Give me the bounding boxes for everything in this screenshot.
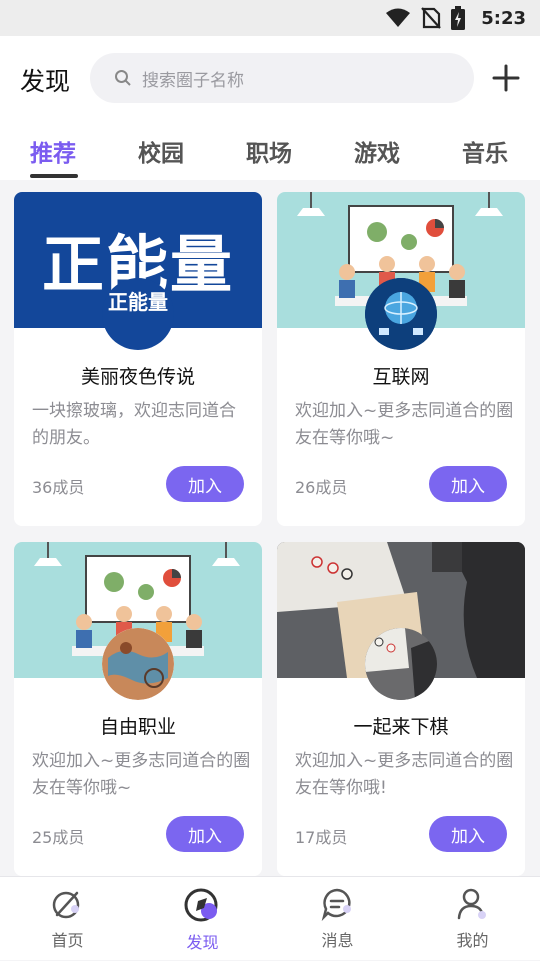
circle-description: 欢迎加入~更多志同道合的圈友在等你哦! xyxy=(295,751,514,798)
status-time: 5:23 xyxy=(481,7,526,29)
vintage-map-icon xyxy=(102,628,174,700)
page-title: 发现 xyxy=(20,67,71,96)
join-button[interactable]: 加入 xyxy=(429,816,507,852)
circle-description: 欢迎加入~更多志同道合的圈友在等你哦~ xyxy=(32,751,251,798)
circle-card[interactable]: 互联网 欢迎加入~更多志同道合的圈友在等你哦~ 26成员 加入 xyxy=(277,192,525,526)
category-tabs: 推荐 校园 职场 游戏 音乐 xyxy=(0,122,540,180)
bottom-nav: 首页 发现 消息 我的 xyxy=(0,876,540,960)
circle-card[interactable]: 正能量 正能量 美丽夜色传说 一块擦玻璃，欢迎志同道合的朋友。 36成员 加入 xyxy=(14,192,262,526)
nav-profile[interactable]: 我的 xyxy=(405,877,540,961)
join-button[interactable]: 加入 xyxy=(166,466,244,502)
nav-profile-label: 我的 xyxy=(456,931,489,950)
user-icon xyxy=(457,888,486,920)
member-count: 25成员 xyxy=(32,828,85,847)
tab-games[interactable]: 游戏 xyxy=(354,134,400,168)
avatar xyxy=(365,278,437,350)
tab-workplace[interactable]: 职场 xyxy=(246,134,292,168)
message-icon xyxy=(321,888,351,921)
member-count: 36成员 xyxy=(32,478,85,497)
avatar: 正能量 xyxy=(102,278,174,350)
active-tab-indicator xyxy=(30,174,78,178)
join-button[interactable]: 加入 xyxy=(429,466,507,502)
avatar-text: 正能量 xyxy=(108,290,168,314)
plus-icon[interactable] xyxy=(492,64,520,92)
chess-photo-avatar xyxy=(365,628,437,700)
wifi-icon xyxy=(386,8,411,27)
circle-description: 欢迎加入~更多志同道合的圈友在等你哦~ xyxy=(295,401,514,448)
nav-discover[interactable]: 发现 xyxy=(135,877,270,961)
top-bar: 发现 搜索圈子名称 xyxy=(0,36,540,122)
circle-name: 美丽夜色传说 xyxy=(80,366,195,388)
nav-messages-label: 消息 xyxy=(321,931,354,950)
join-button[interactable]: 加入 xyxy=(166,816,244,852)
avatar xyxy=(365,628,437,700)
nav-home[interactable]: 首页 xyxy=(0,877,135,961)
tab-music[interactable]: 音乐 xyxy=(462,134,508,168)
search-icon xyxy=(115,70,131,86)
nav-messages[interactable]: 消息 xyxy=(270,877,405,961)
compass-icon xyxy=(184,888,217,922)
circle-card[interactable]: 自由职业 欢迎加入~更多志同道合的圈友在等你哦~ 25成员 加入 xyxy=(14,542,262,876)
circle-card[interactable]: 一起来下棋 欢迎加入~更多志同道合的圈友在等你哦! 17成员 加入 xyxy=(277,542,525,876)
search-placeholder: 搜索圈子名称 xyxy=(142,70,244,91)
status-bar: 5:23 xyxy=(0,0,540,36)
tab-campus[interactable]: 校园 xyxy=(138,134,184,168)
circle-description: 一块擦玻璃，欢迎志同道合的朋友。 xyxy=(32,401,236,448)
tab-recommend[interactable]: 推荐 xyxy=(30,134,76,168)
circle-name: 自由职业 xyxy=(99,716,176,738)
battery-charging-icon xyxy=(451,6,466,30)
member-count: 26成员 xyxy=(295,478,348,497)
no-sim-icon xyxy=(421,7,442,29)
member-count: 17成员 xyxy=(295,828,348,847)
search-input[interactable]: 搜索圈子名称 xyxy=(90,53,474,103)
circle-name: 一起来下棋 xyxy=(353,716,449,738)
circle-name: 互联网 xyxy=(372,366,430,388)
nav-home-label: 首页 xyxy=(51,931,84,950)
compass-home-icon xyxy=(52,891,79,919)
nav-discover-label: 发现 xyxy=(186,933,219,952)
avatar xyxy=(102,628,174,700)
globe-icon xyxy=(365,278,437,350)
